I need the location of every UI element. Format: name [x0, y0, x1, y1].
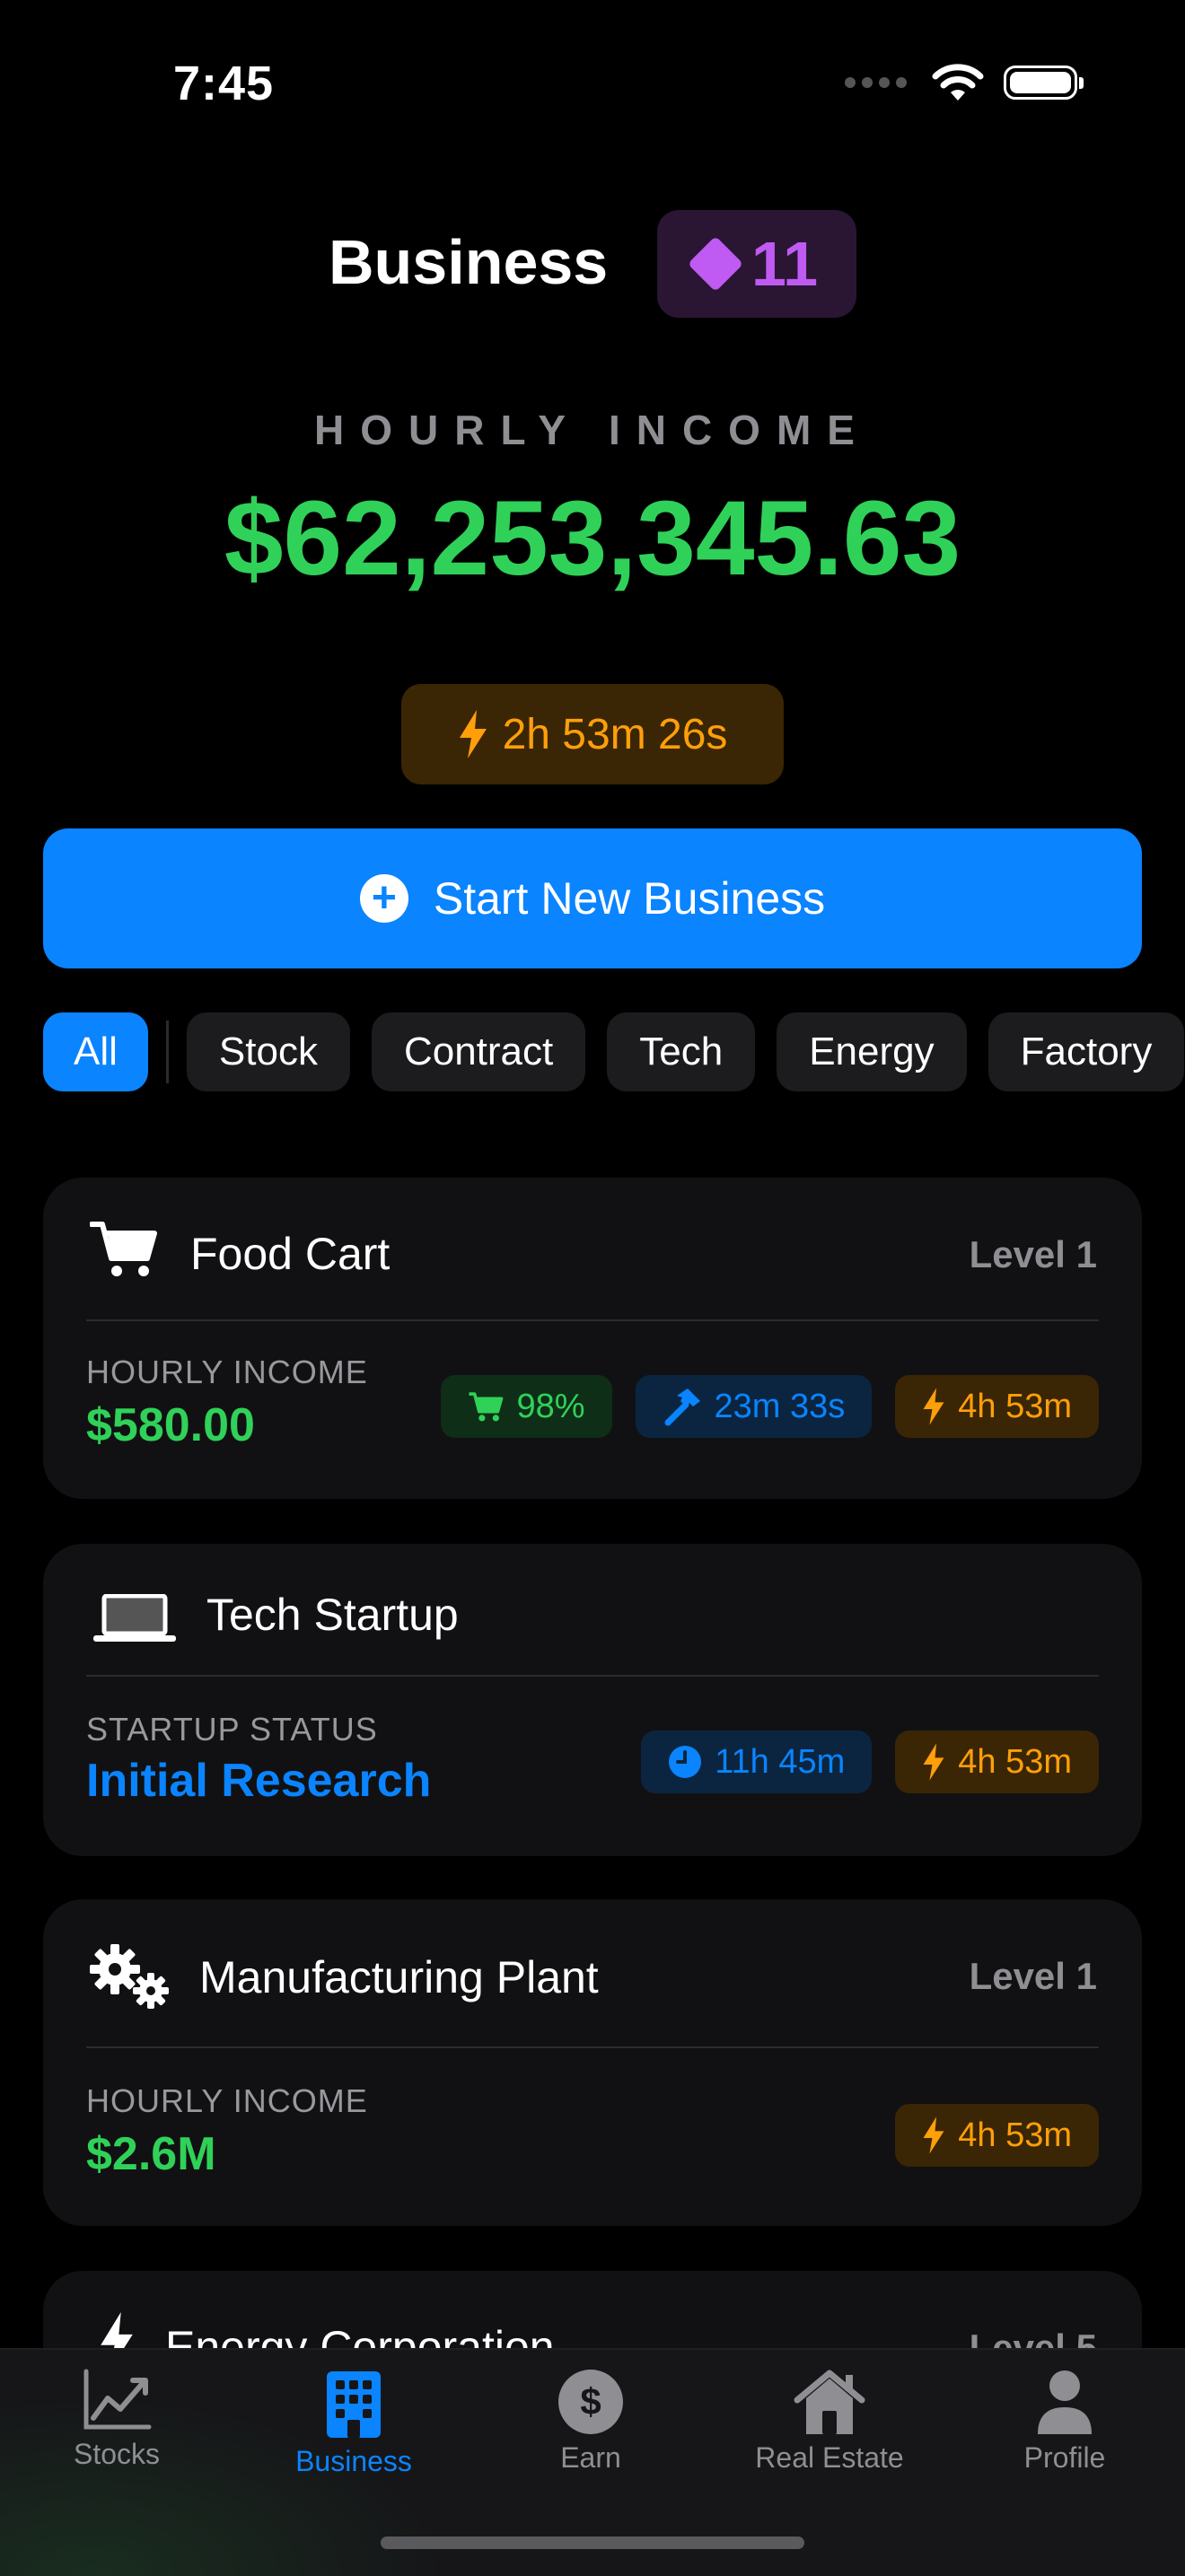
build-timer-value: 23m 33s — [714, 1387, 846, 1425]
page-title: Business — [329, 227, 609, 297]
research-timer-tag: 11h 45m — [641, 1730, 873, 1793]
person-icon — [1038, 2370, 1092, 2434]
boost-value: 4h 53m — [958, 1387, 1072, 1425]
business-card-manufacturing-plant[interactable]: Manufacturing Plant Level 1 HOURLY INCOM… — [43, 1899, 1142, 2226]
tab-earn[interactable]: $ Earn — [492, 2368, 689, 2475]
stock-level-value: 98% — [516, 1387, 585, 1425]
start-new-business-button[interactable]: + Start New Business — [43, 828, 1142, 968]
gem-count: 11 — [751, 229, 818, 299]
business-name: Food Cart — [190, 1229, 391, 1279]
tab-label: Stocks — [73, 2438, 161, 2470]
tab-label: Real Estate — [755, 2441, 904, 2474]
tab-label: Profile — [1023, 2441, 1106, 2474]
bolt-icon — [459, 710, 487, 758]
cart-icon — [90, 1222, 157, 1276]
boost-tag: 4h 53m — [895, 2104, 1099, 2167]
boost-value: 4h 53m — [958, 2116, 1072, 2154]
research-timer-value: 11h 45m — [715, 1742, 846, 1781]
bolt-icon — [923, 1388, 944, 1425]
card-tags: 4h 53m — [895, 2104, 1099, 2167]
build-timer-tag: 23m 33s — [635, 1375, 873, 1438]
income-label: HOURLY INCOME — [86, 1354, 368, 1390]
stock-level-tag: 98% — [441, 1375, 612, 1438]
business-name: Tech Startup — [206, 1590, 459, 1640]
tab-business[interactable]: Business — [255, 2368, 452, 2478]
cellular-dots-icon — [845, 77, 907, 88]
filter-chip-factory[interactable]: Factory — [988, 1012, 1185, 1091]
gears-icon — [90, 1944, 169, 2009]
house-icon — [794, 2370, 865, 2434]
income-value: $2.6M — [86, 2128, 216, 2180]
laptop-icon — [93, 1594, 176, 1642]
hourly-income-label: HOURLY INCOME — [314, 407, 871, 453]
filter-chips: All Stock Contract Tech Energy Factory — [43, 1012, 1185, 1091]
dollar-icon: $ — [558, 2370, 623, 2434]
hourly-income-value: $62,253,345.63 — [224, 479, 961, 598]
income-value: $580.00 — [86, 1399, 255, 1451]
business-level: Level 1 — [969, 1955, 1097, 1997]
filter-chip-contract[interactable]: Contract — [371, 1012, 586, 1091]
business-card-tech-startup[interactable]: Tech Startup STARTUP STATUS Initial Rese… — [43, 1544, 1142, 1856]
gem-balance-badge[interactable]: 11 — [657, 210, 856, 318]
card-divider — [86, 1319, 1099, 1321]
status-icons — [845, 63, 1084, 102]
boost-timer-pill[interactable]: 2h 53m 26s — [401, 684, 784, 784]
bolt-icon — [923, 2116, 944, 2154]
startup-status-label: STARTUP STATUS — [86, 1711, 378, 1748]
tab-real-estate[interactable]: Real Estate — [731, 2368, 928, 2475]
clock-icon — [669, 1746, 702, 1778]
chart-icon — [83, 2369, 152, 2430]
business-card-food-cart[interactable]: Food Cart Level 1 HOURLY INCOME $580.00 … — [43, 1178, 1142, 1499]
business-name: Manufacturing Plant — [199, 1952, 599, 2002]
card-divider — [86, 2046, 1099, 2048]
tab-profile[interactable]: Profile — [966, 2368, 1163, 2475]
boost-timer: 2h 53m 26s — [502, 710, 728, 758]
gem-icon — [687, 235, 744, 293]
filter-chip-stock[interactable]: Stock — [186, 1012, 350, 1091]
card-divider — [86, 1675, 1099, 1677]
tab-label: Earn — [560, 2441, 621, 2474]
tab-label: Business — [295, 2445, 412, 2477]
startup-status-value: Initial Research — [86, 1755, 432, 1807]
business-level: Level 1 — [969, 1233, 1097, 1275]
filter-chip-all[interactable]: All — [43, 1012, 148, 1091]
hammer-icon — [664, 1389, 700, 1426]
start-new-business-label: Start New Business — [433, 873, 826, 924]
building-icon — [327, 2371, 381, 2438]
bolt-icon — [923, 1743, 944, 1781]
card-tags: 11h 45m 4h 53m — [641, 1730, 1099, 1793]
boost-tag: 4h 53m — [895, 1375, 1099, 1438]
chip-divider — [165, 1021, 169, 1083]
boost-tag: 4h 53m — [895, 1730, 1099, 1793]
income-label: HOURLY INCOME — [86, 2082, 368, 2119]
svg-text:$: $ — [580, 2380, 601, 2423]
filter-chip-tech[interactable]: Tech — [607, 1012, 756, 1091]
boost-value: 4h 53m — [958, 1742, 1072, 1781]
wifi-icon — [932, 64, 984, 101]
status-time: 7:45 — [173, 57, 275, 110]
card-tags: 98% 23m 33s 4h 53m — [441, 1375, 1099, 1438]
battery-icon — [1004, 66, 1084, 100]
filter-chip-energy[interactable]: Energy — [777, 1012, 967, 1091]
plus-circle-icon: + — [359, 874, 408, 923]
tab-stocks[interactable]: Stocks — [18, 2368, 215, 2471]
cart-icon — [469, 1392, 504, 1422]
home-indicator — [381, 2537, 804, 2549]
